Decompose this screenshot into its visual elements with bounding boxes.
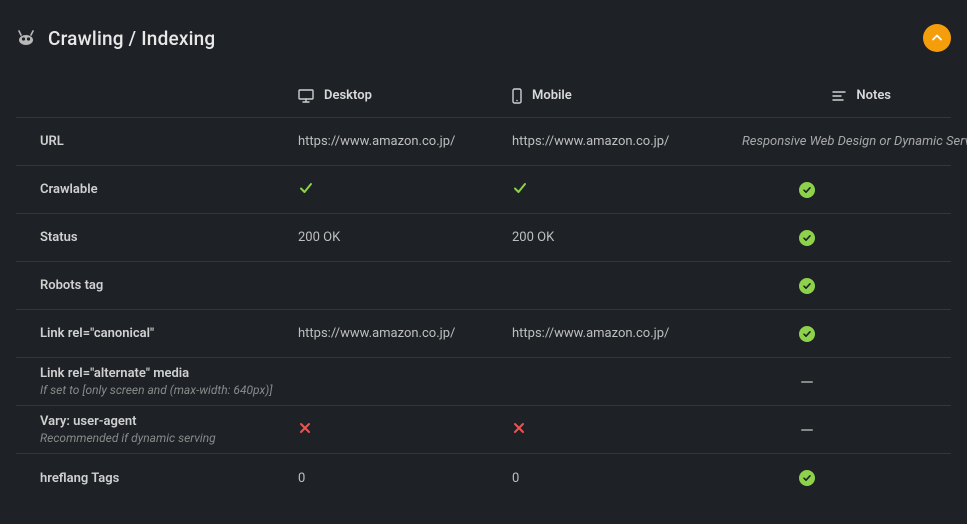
- col-desktop-label: Desktop: [324, 88, 372, 103]
- desktop-icon: [298, 89, 314, 103]
- table-header-row: Desktop Mobile Notes: [16, 74, 951, 118]
- col-desktop: Desktop: [298, 88, 512, 103]
- table-row: Link rel="alternate" media If set to [on…: [16, 358, 951, 406]
- badge-check-icon: [799, 230, 815, 246]
- row-label: URL: [40, 134, 298, 149]
- mobile-icon: [512, 88, 522, 104]
- badge-check-icon: [799, 182, 815, 198]
- row-label: Robots tag: [40, 278, 298, 293]
- row-label: Status: [40, 230, 298, 245]
- collapse-button[interactable]: [923, 24, 951, 52]
- check-icon: [512, 185, 528, 200]
- table-row: Link rel="canonical" https://www.amazon.…: [16, 310, 951, 358]
- section-title: Crawling / Indexing: [48, 27, 215, 50]
- crawler-icon: [16, 31, 36, 45]
- badge-check-icon: [799, 470, 815, 486]
- row-label: hreflang Tags: [40, 471, 298, 486]
- row-label: Link rel="canonical": [40, 326, 298, 341]
- table-row: hreflang Tags 0 0: [16, 454, 951, 502]
- note-text: Responsive Web Design or Dynamic Servi: [742, 134, 967, 149]
- cross-icon: [298, 424, 312, 439]
- row-label: Crawlable: [40, 182, 298, 197]
- crawl-table: Desktop Mobile Notes: [16, 74, 951, 502]
- cross-icon: [512, 424, 526, 439]
- mobile-value: https://www.amazon.co.jp/: [512, 326, 742, 341]
- mobile-value: 0: [512, 471, 742, 486]
- section-header: Crawling / Indexing: [16, 24, 951, 74]
- col-notes: Notes: [742, 88, 951, 103]
- table-row: Robots tag: [16, 262, 951, 310]
- notes-icon: [832, 90, 846, 102]
- row-sublabel: Recommended if dynamic serving: [40, 431, 298, 445]
- badge-check-icon: [799, 326, 815, 342]
- table-row: Crawlable: [16, 166, 951, 214]
- table-row: Status 200 OK 200 OK: [16, 214, 951, 262]
- check-icon: [298, 185, 314, 200]
- mobile-value: 200 OK: [512, 230, 742, 245]
- dash-icon: [801, 381, 813, 383]
- col-notes-label: Notes: [856, 88, 891, 103]
- row-label: Link rel="alternate" media: [40, 366, 298, 381]
- badge-check-icon: [799, 278, 815, 294]
- desktop-value: 200 OK: [298, 230, 512, 245]
- row-sublabel: If set to [only screen and (max-width: 6…: [40, 383, 298, 397]
- desktop-value: 0: [298, 471, 512, 486]
- row-label: Vary: user-agent: [40, 414, 298, 429]
- dash-icon: [801, 429, 813, 431]
- desktop-value: https://www.amazon.co.jp/: [298, 326, 512, 341]
- desktop-value: https://www.amazon.co.jp/: [298, 134, 512, 149]
- table-row: URL https://www.amazon.co.jp/ https://ww…: [16, 118, 951, 166]
- mobile-value: https://www.amazon.co.jp/: [512, 134, 742, 149]
- col-mobile: Mobile: [512, 88, 742, 104]
- table-row: Vary: user-agent Recommended if dynamic …: [16, 406, 951, 454]
- col-mobile-label: Mobile: [532, 88, 572, 103]
